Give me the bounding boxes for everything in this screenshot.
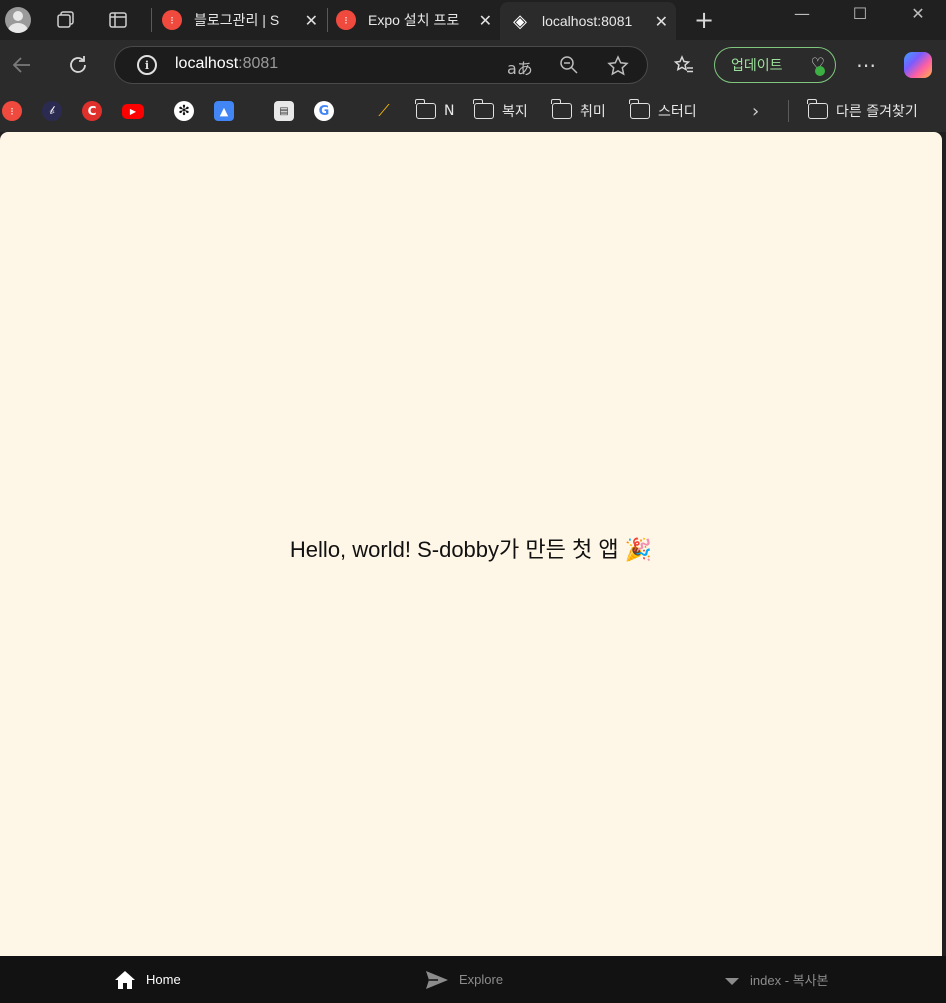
bookmark-folder-label: 복지 — [502, 104, 528, 120]
bookmark-adsense[interactable]: ⟋ — [374, 100, 394, 122]
tab-bar: ⁝ 블로그관리 | S ✕ ⁝ Expo 설치 프로 ✕ ◈ localhost… — [0, 0, 946, 40]
bookmark-separator — [788, 100, 789, 122]
vertical-tabs-icon[interactable] — [104, 6, 132, 34]
home-icon — [114, 970, 136, 990]
minimize-icon[interactable]: — — [782, 4, 822, 23]
back-icon[interactable] — [8, 51, 36, 79]
triangle-down-icon — [724, 975, 740, 985]
bookmark-chatgpt[interactable]: ✻ — [174, 100, 194, 122]
youtube-icon: ▶ — [122, 103, 144, 119]
bookmarks-bar: ⁝ 𝒷 C ▶ ✻ ▲ ▤ G ⟋ N 복지 취미 스터디 › 다른 즐겨찾기 — [0, 90, 946, 132]
bookmark-youtube[interactable]: ▶ — [122, 100, 144, 122]
copilot-icon[interactable] — [904, 52, 932, 78]
folder-icon — [629, 99, 650, 119]
bookmark-folder-label: N — [444, 103, 455, 119]
nav-tab-label: Home — [146, 972, 181, 987]
nav-tab-label: Explore — [459, 972, 504, 987]
c-logo-icon: C — [82, 101, 102, 121]
nav-tab-index-copy[interactable]: index - 복사본 — [724, 956, 829, 1003]
bookmark-scholar[interactable]: ▲ — [214, 100, 234, 122]
folder-icon — [551, 99, 572, 119]
close-icon[interactable]: ✕ — [655, 12, 668, 31]
tistory-icon: ⁝ — [162, 10, 182, 30]
bookmark-c[interactable]: C — [82, 100, 102, 122]
nav-tab-explore[interactable]: Explore — [425, 956, 503, 1003]
zoom-out-icon[interactable] — [559, 55, 579, 79]
bookmark-folder-study[interactable]: 스터디 — [629, 99, 697, 122]
close-window-icon[interactable]: ✕ — [898, 4, 938, 23]
bookmark-tistory[interactable]: ⁝ — [2, 100, 22, 122]
bottom-tab-navigation: Home Explore index - 복사본 — [0, 956, 946, 1003]
bookmark-google[interactable]: G — [314, 100, 334, 122]
bookmark-folder-label: 다른 즐겨찾기 — [836, 104, 918, 120]
pen-icon: 𝒷 — [42, 101, 62, 121]
update-label: 업데이트 — [731, 58, 783, 74]
site-info-icon[interactable]: i — [137, 55, 157, 75]
store-icon: ▤ — [274, 101, 294, 121]
address-bar[interactable]: i localhost:8081 aあ — [114, 46, 648, 84]
new-tab-button[interactable]: + — [690, 6, 718, 34]
hello-message: Hello, world! S-dobby가 만든 첫 앱 🎉 — [289, 537, 653, 562]
bookmark-folder-welfare[interactable]: 복지 — [473, 99, 528, 122]
tistory-icon: ⁝ — [336, 10, 356, 30]
google-icon: G — [314, 101, 334, 121]
more-menu-icon[interactable]: ⋯ — [852, 51, 880, 79]
close-icon[interactable]: ✕ — [305, 11, 318, 30]
browser-toolbar: i localhost:8081 aあ 업데이트 ♡ ⋯ — [0, 40, 946, 90]
workspaces-icon[interactable] — [52, 6, 80, 34]
bookmark-folder-label: 스터디 — [658, 104, 697, 120]
tistory-icon: ⁝ — [2, 101, 22, 121]
maximize-icon[interactable]: ☐ — [840, 4, 880, 23]
profile-avatar-icon[interactable] — [4, 6, 32, 34]
bookmark-other-favorites[interactable]: 다른 즐겨찾기 — [807, 99, 918, 122]
address-url[interactable]: localhost:8081 — [175, 55, 278, 73]
refresh-icon[interactable] — [64, 51, 92, 79]
favorite-star-icon[interactable] — [607, 55, 629, 81]
translate-icon[interactable]: aあ — [507, 55, 533, 79]
update-button[interactable]: 업데이트 ♡ — [714, 47, 836, 83]
bookmark-folder-label: 취미 — [580, 104, 606, 120]
folder-icon — [807, 99, 828, 119]
tab-title: localhost:8081 — [542, 13, 633, 29]
favorites-list-icon[interactable] — [670, 51, 698, 79]
bookmark-folder-n[interactable]: N — [415, 99, 455, 122]
tab-expo-install[interactable]: ⁝ Expo 설치 프로 ✕ — [326, 0, 500, 40]
bookmark-store[interactable]: ▤ — [274, 100, 294, 122]
tab-blog-admin[interactable]: ⁝ 블로그관리 | S ✕ — [152, 0, 326, 40]
update-badge-icon — [815, 66, 825, 76]
adsense-icon: ⟋ — [378, 101, 390, 120]
tab-title: 블로그관리 | S — [194, 12, 280, 28]
nav-tab-home[interactable]: Home — [114, 956, 181, 1003]
send-icon — [425, 970, 449, 990]
expo-cube-icon: ◈ — [513, 10, 527, 32]
scholar-icon: ▲ — [214, 101, 234, 121]
folder-icon — [415, 99, 436, 119]
chatgpt-icon: ✻ — [174, 101, 194, 121]
bookmark-folder-hobby[interactable]: 취미 — [551, 99, 606, 122]
folder-icon — [473, 99, 494, 119]
tab-title: Expo 설치 프로 — [368, 12, 460, 28]
tab-localhost[interactable]: ◈ localhost:8081 ✕ — [500, 2, 676, 40]
page-viewport: Hello, world! S-dobby가 만든 첫 앱 🎉 — [0, 132, 942, 956]
chevron-right-icon[interactable]: › — [752, 100, 759, 122]
bookmark-pen[interactable]: 𝒷 — [42, 100, 62, 122]
close-icon[interactable]: ✕ — [479, 11, 492, 30]
nav-tab-label: index - 복사본 — [750, 973, 829, 988]
